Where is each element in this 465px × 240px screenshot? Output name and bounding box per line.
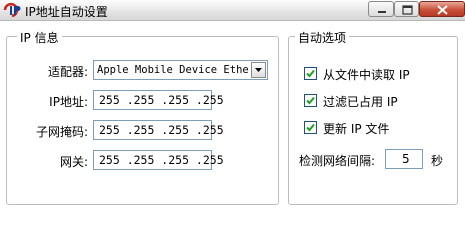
- ip-address-value: 255 .255 .255 .255: [99, 93, 224, 107]
- auto-options-legend: 自动选项: [295, 29, 350, 46]
- title-bar[interactable]: IP地址自动设置: [0, 0, 465, 21]
- gateway-value: 255 .255 .255 .255: [99, 153, 224, 167]
- check-interval-unit: 秒: [431, 154, 444, 168]
- maximize-button[interactable]: [394, 1, 419, 17]
- ip-info-group: IP 信息 适配器: Apple Mobile Device Ethern IP…: [6, 29, 279, 205]
- check-interval-value: 5: [402, 152, 410, 166]
- maximize-icon: [402, 5, 413, 15]
- window-title: IP地址自动设置: [25, 5, 108, 19]
- subnet-mask-input[interactable]: 255 .255 .255 .255: [93, 120, 224, 140]
- check-interval-label: 检测网络间隔:: [299, 154, 376, 168]
- auto-options-group: 自动选项 从文件中读取 IP 过滤已占用 IP 更新 IP 文件 检测网络间隔:…: [288, 29, 458, 205]
- subnet-mask-value: 255 .255 .255 .255: [99, 123, 224, 137]
- minimize-icon: [378, 11, 386, 13]
- filter-used-ip-checkbox[interactable]: [304, 94, 317, 107]
- ip-info-legend: IP 信息: [17, 29, 62, 46]
- client-area: IP 信息 适配器: Apple Mobile Device Ethern IP…: [0, 21, 465, 208]
- read-ip-from-file-label[interactable]: 从文件中读取 IP: [323, 66, 410, 83]
- checkmark-icon: [306, 96, 315, 105]
- app-window: IP地址自动设置 IP 信息 适配器: Apple Mobile Device …: [0, 0, 465, 208]
- app-logo-icon: [3, 2, 23, 18]
- adapter-select[interactable]: Apple Mobile Device Ethern: [93, 60, 268, 80]
- check-interval-input[interactable]: 5: [385, 149, 423, 169]
- filter-used-ip-label[interactable]: 过滤已占用 IP: [323, 93, 398, 110]
- gateway-input[interactable]: 255 .255 .255 .255: [93, 150, 224, 170]
- update-ip-file-label[interactable]: 更新 IP 文件: [323, 120, 389, 137]
- close-icon: [437, 5, 448, 15]
- subnet-mask-label: 子网掩码:: [35, 125, 88, 139]
- read-ip-from-file-checkbox[interactable]: [304, 67, 317, 80]
- ip-address-input[interactable]: 255 .255 .255 .255: [93, 90, 224, 110]
- checkmark-icon: [306, 69, 315, 78]
- gateway-label: 网关:: [59, 155, 88, 169]
- close-button[interactable]: [419, 1, 465, 17]
- minimize-button[interactable]: [368, 1, 394, 17]
- adapter-select-value: Apple Mobile Device Ethern: [97, 64, 249, 76]
- chevron-down-icon: [255, 68, 262, 72]
- dropdown-button[interactable]: [251, 62, 266, 78]
- adapter-label: 适配器:: [47, 65, 88, 79]
- checkmark-icon: [306, 123, 315, 132]
- ip-address-label: IP地址:: [49, 95, 88, 109]
- update-ip-file-checkbox[interactable]: [304, 121, 317, 134]
